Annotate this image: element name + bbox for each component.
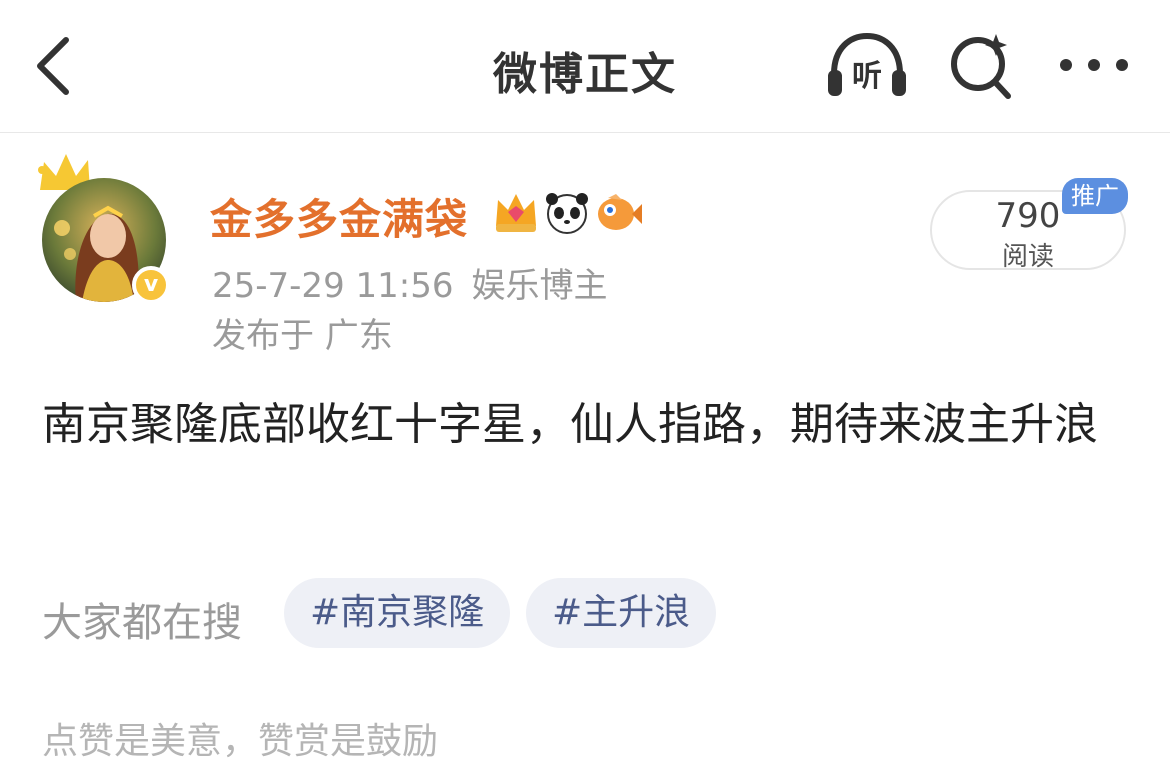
search-tag[interactable]: #南京聚隆	[284, 578, 511, 648]
trending-search-label: 大家都在搜	[42, 600, 242, 646]
tip-hint-text: 点赞是美意，赞赏是鼓励	[42, 721, 439, 762]
panda-badge-icon[interactable]	[544, 190, 590, 234]
verified-badge-icon: v	[132, 266, 170, 304]
post-content: 南京聚隆底部收红十字星，仙人指路，期待来波主升浪	[42, 399, 1098, 450]
post-meta: 25-7-29 11:56 娱乐博主	[212, 258, 626, 307]
post-date: 25-7-29 11:56	[212, 266, 454, 306]
post-location: 发布于 广东	[212, 316, 393, 356]
search-sparkle-icon[interactable]	[946, 30, 1016, 100]
fish-badge-icon[interactable]	[594, 190, 642, 234]
top-nav-bar: 微博正文 听	[0, 0, 1170, 133]
author-avatar[interactable]: v	[36, 150, 176, 310]
listen-headphones-icon[interactable]: 听	[824, 30, 910, 100]
listen-label: 听	[852, 59, 882, 94]
promote-button[interactable]: 推广	[1062, 178, 1128, 214]
vip-crown-badge-icon[interactable]	[492, 190, 540, 234]
author-role: 娱乐博主	[471, 266, 608, 306]
more-options-icon[interactable]	[1056, 48, 1132, 82]
reads-label: 阅读	[1001, 242, 1054, 272]
author-username[interactable]: 金多多金满袋	[210, 186, 468, 247]
search-tag[interactable]: #主升浪	[526, 578, 717, 648]
